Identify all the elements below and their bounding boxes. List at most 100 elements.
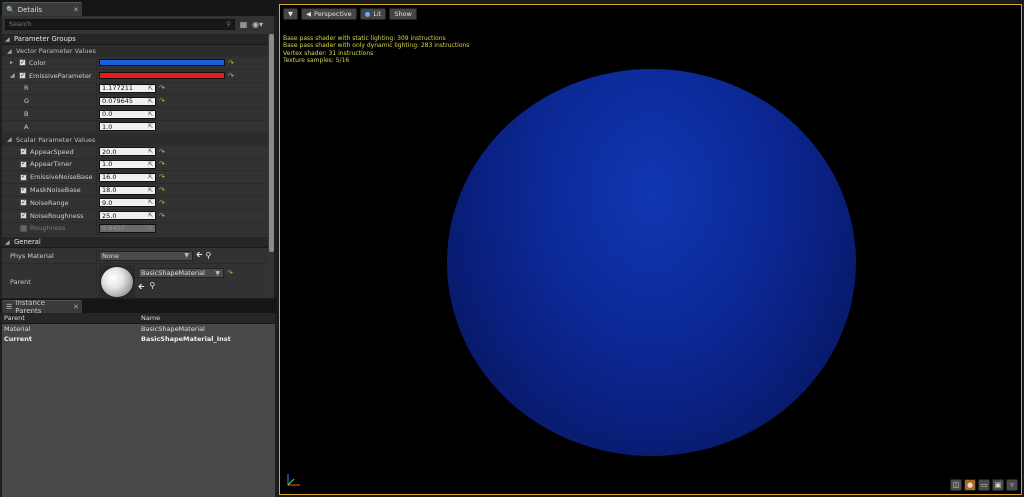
material-instance-editor: 🔍 Details ✕ Search ⚲ ▦ ◉▾ ◢ Parameter Gr… xyxy=(0,0,1024,497)
reset-arrow-icon[interactable]: ↷ xyxy=(228,72,234,80)
plane-icon[interactable]: ▭ xyxy=(978,479,990,491)
cube-icon[interactable]: ▣ xyxy=(992,479,1004,491)
viewport[interactable]: ▼ ◀ Perspective ● Lit Show Base pass shade… xyxy=(279,4,1022,495)
stats-line: Base pass shader with only dynamic light… xyxy=(283,42,470,50)
search-input[interactable]: Search ⚲ xyxy=(5,18,235,30)
browse-icon[interactable]: ⚲ xyxy=(149,281,155,295)
number-value: 20.0 xyxy=(102,147,117,156)
reset-arrow-icon[interactable]: ↷ xyxy=(159,84,165,92)
reset-arrow-icon[interactable]: ↷ xyxy=(227,269,233,277)
reset-arrow-icon[interactable]: ↷ xyxy=(159,212,165,220)
collapse-arrow-icon: ◢ xyxy=(7,136,12,144)
browse-icon[interactable]: ⚲ xyxy=(205,251,211,260)
number-field[interactable]: 0.0 ⇱ xyxy=(99,109,156,119)
instance-parents-header: Parent Name xyxy=(2,313,275,324)
grid-view-icon[interactable]: ▦ xyxy=(238,19,249,30)
param-checkbox[interactable]: ✓ xyxy=(19,59,26,67)
table-row[interactable]: Material BasicShapeMaterial xyxy=(2,324,275,334)
number-field[interactable]: 1.177211 ⇱ xyxy=(99,83,156,93)
param-checkbox[interactable]: ✓ xyxy=(20,212,27,220)
show-button[interactable]: Show xyxy=(389,8,417,20)
scalar-row: ✓ AppearTimer 1.0 ⇱ ↷ xyxy=(2,158,268,172)
subcategory-scalar[interactable]: ◢ Scalar Parameter Values xyxy=(2,133,268,146)
category-label: General xyxy=(14,238,41,247)
teapot-icon[interactable]: ▿ xyxy=(1006,479,1018,491)
collapse-arrow-icon: ◢ xyxy=(5,35,10,43)
arrow-left-icon[interactable]: 🡰 xyxy=(196,249,202,263)
drag-arrows-icon: ⇱ xyxy=(147,224,153,232)
collapse-arrow-icon[interactable]: ◢ xyxy=(10,72,16,79)
category-parameter-groups[interactable]: ◢ Parameter Groups xyxy=(2,34,268,45)
reset-arrow-icon[interactable]: ↷ xyxy=(159,186,165,194)
channel-label: R xyxy=(24,84,29,93)
channel-value-cell: 0.079645 ⇱ ↷ xyxy=(97,95,268,107)
param-label: Roughness xyxy=(30,224,66,233)
lit-button[interactable]: ● Lit xyxy=(359,8,387,20)
color-swatch[interactable] xyxy=(99,72,225,80)
param-label: NoiseRange xyxy=(30,198,69,207)
eye-icon[interactable]: ◉▾ xyxy=(252,19,263,30)
parent-thumbnail[interactable] xyxy=(99,265,135,298)
close-icon[interactable]: ✕ xyxy=(73,6,79,14)
column-header-parent[interactable]: Parent xyxy=(2,314,139,322)
reset-arrow-icon[interactable]: ↷ xyxy=(159,97,165,105)
param-checkbox[interactable]: ✓ xyxy=(20,148,27,156)
instance-parents-panel: Parent Name Material BasicShapeMaterial … xyxy=(2,313,275,497)
number-field[interactable]: 9.0 ⇱ xyxy=(99,198,156,208)
param-checkbox[interactable]: ✓ xyxy=(20,160,27,168)
param-checkbox[interactable]: ✓ xyxy=(20,173,27,181)
collapse-arrow-icon: ◢ xyxy=(7,47,12,55)
number-field[interactable]: 0.6407 ⇱ xyxy=(99,223,156,233)
number-field[interactable]: 16.0 ⇱ xyxy=(99,172,156,182)
parent-combo[interactable]: BasicShapeMaterial ▼ xyxy=(138,268,224,279)
perspective-icon: ◀ xyxy=(306,10,311,18)
perspective-button[interactable]: ◀ Perspective xyxy=(301,8,357,20)
reset-arrow-icon[interactable]: ↷ xyxy=(159,148,165,156)
details-scroll: ◢ Parameter Groups ◢ Vector Parameter Va… xyxy=(2,34,268,298)
param-checkbox[interactable]: ✓ xyxy=(20,186,27,194)
param-label: EmissiveNoiseBase xyxy=(30,173,93,182)
number-field[interactable]: 1.0 ⇱ xyxy=(99,122,156,132)
instance-parents-tab[interactable]: ☰ Instance Parents ✕ xyxy=(2,299,82,315)
reset-arrow-icon[interactable]: ↷ xyxy=(159,173,165,181)
details-scrollbar[interactable] xyxy=(269,34,274,252)
stats-line: Texture samples: 5/16 xyxy=(283,56,350,64)
channel-name-cell: A xyxy=(2,120,97,133)
param-label: NoiseRoughness xyxy=(30,211,84,220)
parent-combo-row: BasicShapeMaterial ▼ ↷ xyxy=(138,268,233,279)
phys-material-combo[interactable]: None ▼ xyxy=(99,250,193,261)
param-name-cell: Phys Material xyxy=(2,248,97,264)
cylinder-icon[interactable]: ◫ xyxy=(950,479,962,491)
reset-arrow-icon[interactable]: ↷ xyxy=(159,160,165,168)
number-field[interactable]: 20.0 ⇱ xyxy=(99,147,156,157)
color-swatch[interactable] xyxy=(99,59,225,67)
reset-arrow-icon[interactable]: ↷ xyxy=(159,199,165,207)
reset-arrow-icon[interactable]: ↷ xyxy=(228,59,234,67)
number-value: 9.0 xyxy=(102,198,113,207)
sphere-icon[interactable]: ● xyxy=(964,479,976,491)
number-field[interactable]: 25.0 ⇱ xyxy=(99,211,156,221)
details-tab[interactable]: 🔍 Details ✕ xyxy=(2,2,82,16)
param-name-cell: ✓ EmissiveNoiseBase xyxy=(2,171,97,184)
expand-arrow-icon[interactable]: ▸ xyxy=(10,59,16,66)
viewport-options-button[interactable]: ▼ xyxy=(283,8,298,20)
number-field[interactable]: 0.079645 ⇱ xyxy=(99,96,156,106)
channel-name-cell: G xyxy=(2,95,97,108)
column-header-name[interactable]: Name xyxy=(139,314,275,322)
drag-arrows-icon: ⇱ xyxy=(147,212,153,220)
category-general[interactable]: ◢ General xyxy=(2,237,268,249)
number-value: 0.0 xyxy=(102,110,113,119)
close-icon[interactable]: ✕ xyxy=(73,303,79,311)
arrow-left-icon[interactable]: 🡰 xyxy=(138,281,144,295)
number-field[interactable]: 1.0 ⇱ xyxy=(99,159,156,169)
param-checkbox[interactable] xyxy=(20,224,27,232)
param-value-cell: 1.0 ⇱ ↷ xyxy=(97,159,268,171)
table-row[interactable]: Current BasicShapeMaterial_Inst xyxy=(2,334,275,344)
param-checkbox[interactable]: ✓ xyxy=(19,72,26,80)
drag-arrows-icon: ⇱ xyxy=(147,148,153,156)
param-checkbox[interactable]: ✓ xyxy=(20,199,27,207)
phys-material-row: Phys Material None ▼ 🡰 ⚲ xyxy=(2,248,268,265)
subcategory-vector[interactable]: ◢ Vector Parameter Values xyxy=(2,45,268,57)
channel-row: A 1.0 ⇱ xyxy=(2,120,268,134)
number-field[interactable]: 18.0 ⇱ xyxy=(99,185,156,195)
